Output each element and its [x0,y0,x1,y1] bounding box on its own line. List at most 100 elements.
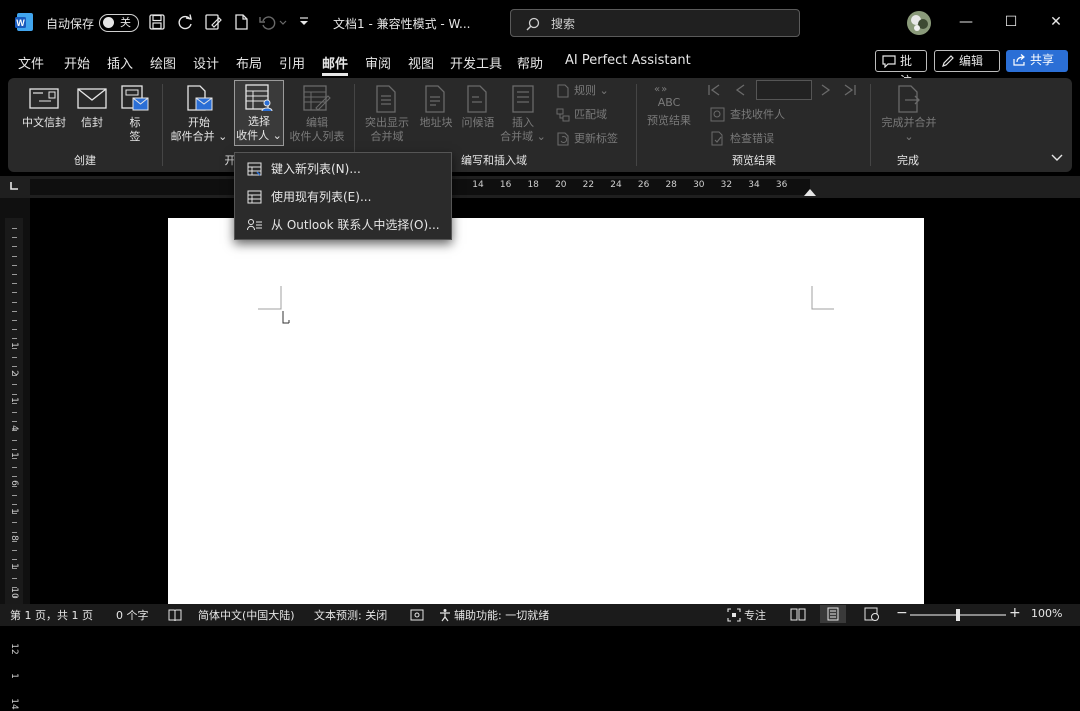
focus-icon[interactable] [727,608,741,625]
tab-selector-icon[interactable] [8,180,20,192]
greeting-line-icon [467,85,487,113]
tab-developer[interactable]: 开发工具 [450,53,502,72]
tab-draw[interactable]: 绘图 [150,53,176,72]
select-recipients-button[interactable]: 选择 收件人 ⌄ [234,80,284,146]
horizontal-ruler[interactable]: 14 16 18 20 22 24 26 28 30 32 34 36 [0,176,1080,198]
status-word-count[interactable]: 0 个字 [116,607,149,623]
envelope-button[interactable]: 信封 [74,84,110,136]
status-page-count[interactable]: 第 1 页，共 1 页 [10,607,93,623]
start-mail-merge-label-1: 开始 [188,116,210,129]
envelope-label: 信封 [81,116,103,129]
first-record-icon[interactable] [706,82,722,101]
check-errors-button[interactable]: 检查错误 [708,130,788,148]
ruler-tick-label: 18 [527,180,539,190]
preview-results-label: 预览结果 [647,114,691,127]
collapse-ribbon-icon[interactable] [1050,152,1064,167]
tab-review[interactable]: 审阅 [365,53,391,72]
tab-ai-perfect-assistant[interactable]: AI Perfect Assistant [565,53,691,68]
editing-mode-button[interactable]: 编辑⌄ [934,50,1000,88]
zoom-out-button[interactable]: − [896,605,908,621]
autosave-label: 自动保存 [46,17,95,31]
ruler-tick-mark [12,458,17,459]
find-recipient-button[interactable]: 查找收件人 [708,106,798,124]
edit-recipient-list-button[interactable]: 编辑 收件人列表 [286,82,348,144]
highlight-fields-label-1: 突出显示 [365,116,409,129]
read-mode-icon[interactable] [790,607,806,624]
document-page[interactable] [168,218,924,604]
chinese-envelope-label: 中文信封 [22,116,66,129]
labels-button[interactable]: 标 签 [118,82,152,144]
chinese-envelope-button[interactable]: 中文信封 [18,84,70,136]
ruler-tick-mark [12,513,17,514]
rules-button[interactable]: 规则 ⌄ [554,82,624,100]
autosave-toggle[interactable]: 关 [99,14,139,32]
insert-merge-field-button[interactable]: 插入 合并域 ⌄ [500,82,546,144]
previous-record-icon[interactable] [732,82,748,101]
ruler-tick-mark [12,246,17,247]
tab-mailings[interactable]: 邮件 [322,53,348,72]
accessibility-icon[interactable] [438,608,452,625]
tab-home[interactable]: 开始 [64,53,90,72]
next-record-icon[interactable] [818,82,834,101]
status-accessibility[interactable]: 辅助功能: 一切就绪 [454,607,549,623]
ruler-tick-mark [12,449,17,450]
status-language[interactable]: 简体中文(中国大陆) [198,607,295,623]
redo-icon[interactable] [176,13,194,34]
ruler-tick-mark [12,412,17,413]
tab-layout[interactable]: 布局 [236,53,262,72]
match-fields-button[interactable]: 匹配域 [554,106,624,124]
preview-results-button[interactable]: «» ABC 预览结果 [642,84,696,134]
undo-icon[interactable] [258,13,288,34]
share-button[interactable]: 共享⌄ [1006,50,1068,87]
tab-view[interactable]: 视图 [408,53,434,72]
search-box[interactable]: 搜索 [510,9,800,37]
ribbon-separator [162,84,163,166]
tab-file[interactable]: 文件 [18,53,44,72]
save-icon[interactable] [148,13,166,34]
ruler-tick-mark [12,283,17,284]
tab-references[interactable]: 引用 [279,53,305,72]
record-number-input[interactable] [756,80,812,100]
avatar[interactable] [907,11,931,35]
ruler-tick-mark [12,228,17,229]
close-button[interactable]: ✕ [1044,10,1068,34]
finish-merge-button[interactable]: 完成并合并 ⌄ [876,82,942,144]
new-document-icon[interactable] [232,13,250,34]
zoom-slider[interactable] [910,609,1006,621]
dropdown-item-outlook-contacts[interactable]: 从 Outlook 联系人中选择(O)... [235,211,451,239]
dropdown-item-type-new-list[interactable]: 键入新列表(N)... [235,155,451,183]
proofing-icon[interactable] [168,608,182,625]
tab-design[interactable]: 设计 [193,53,219,72]
customize-toolbar-icon[interactable] [298,15,310,30]
print-layout-icon[interactable] [820,605,846,623]
highlight-merge-fields-button[interactable]: 突出显示 合并域 [360,82,414,144]
tab-insert[interactable]: 插入 [107,53,133,72]
ruler-tick-label: 1 [9,397,19,404]
zoom-level[interactable]: 100% [1031,607,1062,620]
address-block-button[interactable]: 地址块 [416,82,456,132]
tab-help[interactable]: 帮助 [517,53,543,72]
zoom-in-button[interactable]: + [1009,605,1021,621]
update-labels-button[interactable]: 更新标签 [554,130,630,148]
status-text-prediction[interactable]: 文本预测: 关闭 [314,607,387,623]
ruler-tick-mark [12,430,17,431]
macro-recording-icon[interactable] [410,608,424,625]
status-focus[interactable]: 专注 [744,607,766,623]
form-edit-icon[interactable] [204,13,222,34]
minimize-button[interactable]: — [954,10,978,34]
greeting-line-label: 问候语 [461,116,495,129]
svg-text:W: W [16,18,25,28]
dropdown-item-use-existing-list[interactable]: 使用现有列表(E)... [235,183,451,211]
ruler-tick-label: 1 [9,562,19,569]
maximize-button[interactable]: ☐ [999,10,1023,34]
zoom-slider-thumb[interactable] [956,609,960,621]
ruler-tick-mark [12,320,17,321]
comments-button[interactable]: 批注 [875,50,927,88]
last-record-icon[interactable] [842,82,858,101]
match-fields-icon [556,108,570,122]
greeting-line-button[interactable]: 问候语 [458,82,498,132]
vertical-ruler[interactable]: 12141618110112114 [0,198,30,710]
autosave-state: 关 [120,16,131,29]
web-layout-icon[interactable] [864,607,880,624]
start-mail-merge-button[interactable]: 开始 邮件合并 ⌄ [168,82,230,144]
